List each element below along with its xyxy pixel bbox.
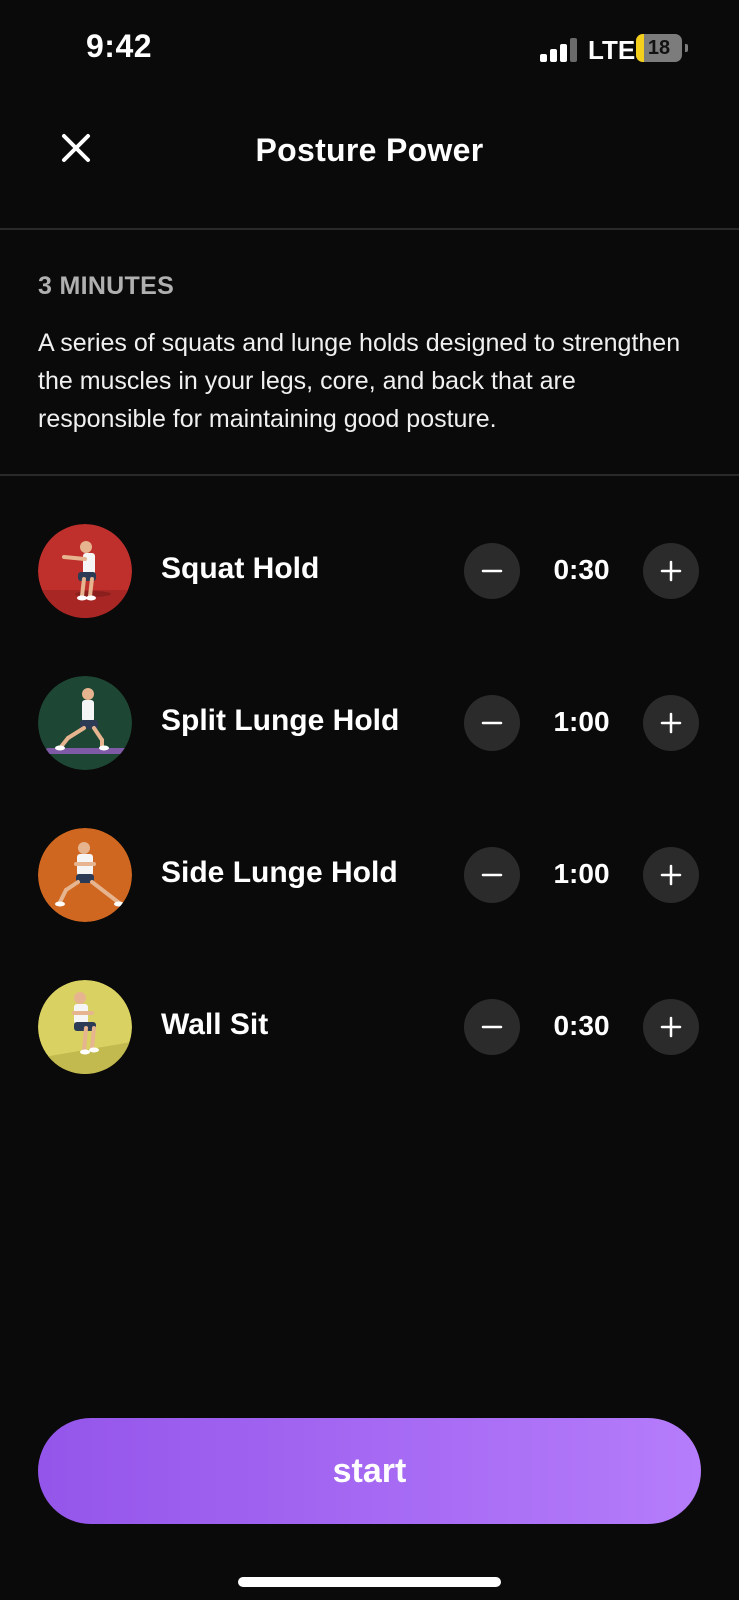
squat-figure-icon (38, 524, 132, 618)
decrease-duration-button[interactable] (464, 847, 520, 903)
start-button[interactable]: start (38, 1418, 701, 1524)
minus-icon (481, 1025, 503, 1029)
minus-icon (481, 721, 503, 725)
exercise-name: Wall Sit (161, 1008, 269, 1041)
status-time: 9:42 (86, 28, 153, 64)
decrease-duration-button[interactable] (464, 695, 520, 751)
increase-duration-button[interactable] (643, 695, 699, 751)
decrease-duration-button[interactable] (464, 999, 520, 1055)
signal-icon (540, 38, 578, 62)
page-title: Posture Power (255, 132, 484, 168)
header: Posture Power (0, 96, 739, 230)
exercise-row: Split Lunge Hold 1:00 (0, 672, 739, 772)
exercise-name: Split Lunge Hold (161, 704, 400, 737)
routine-description: A series of squats and lunge holds desig… (38, 329, 681, 433)
exercise-row: Squat Hold 0:30 (0, 520, 739, 620)
exercise-row: Wall Sit 0:30 (0, 976, 739, 1076)
routine-duration: 3 MINUTES (38, 272, 175, 300)
increase-duration-button[interactable] (643, 999, 699, 1055)
plus-icon (660, 864, 682, 886)
decrease-duration-button[interactable] (464, 543, 520, 599)
exercise-row: Side Lunge Hold 1:00 (0, 824, 739, 924)
exercise-duration: 0:30 (553, 1010, 610, 1041)
status-bar: 9:42 LTE 18 (0, 0, 739, 96)
minus-icon (481, 873, 503, 877)
routine-description-section: 3 MINUTES A series of squats and lunge h… (0, 230, 739, 476)
increase-duration-button[interactable] (643, 543, 699, 599)
wall-sit-figure-icon (38, 980, 132, 1074)
exercise-name: Squat Hold (161, 552, 320, 585)
plus-icon (660, 1016, 682, 1038)
squat-hold-thumbnail (38, 524, 132, 618)
battery-level: 18 (647, 37, 671, 59)
split-lunge-figure-icon (38, 676, 132, 770)
battery-icon: 18 (636, 34, 688, 62)
exercise-duration: 1:00 (553, 858, 610, 889)
exercise-duration: 1:00 (553, 706, 610, 737)
wall-sit-thumbnail (38, 980, 132, 1074)
minus-icon (481, 569, 503, 573)
plus-icon (660, 712, 682, 734)
plus-icon (660, 560, 682, 582)
home-indicator[interactable] (238, 1577, 501, 1587)
increase-duration-button[interactable] (643, 847, 699, 903)
network-type: LTE (588, 35, 636, 65)
exercise-name: Side Lunge Hold (161, 856, 398, 889)
side-lunge-hold-thumbnail (38, 828, 132, 922)
side-lunge-figure-icon (38, 828, 132, 922)
exercise-duration: 0:30 (553, 554, 610, 585)
split-lunge-hold-thumbnail (38, 676, 132, 770)
